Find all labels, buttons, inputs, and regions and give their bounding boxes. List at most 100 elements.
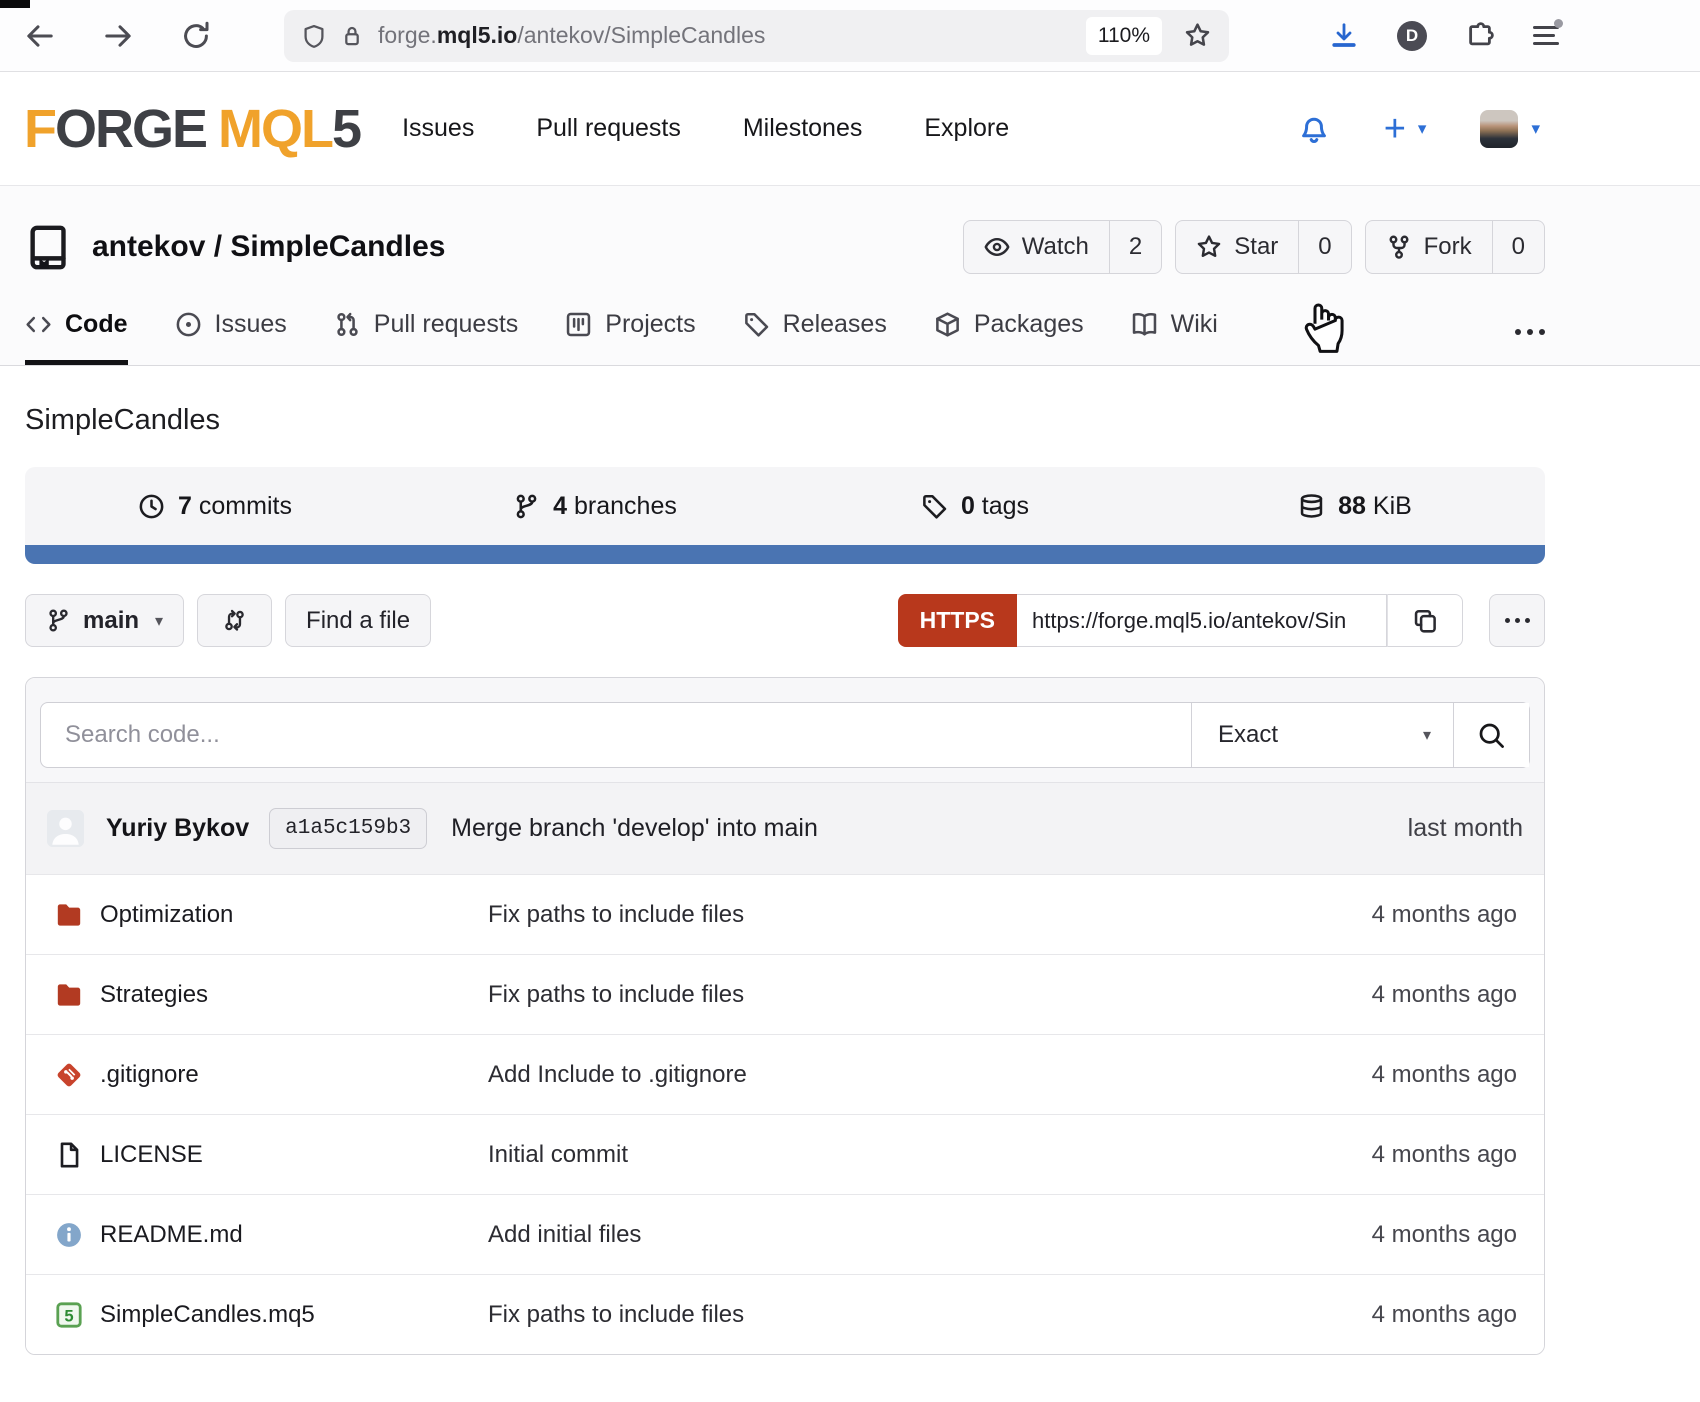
commit-message[interactable]: Merge branch 'develop' into main [451, 814, 818, 843]
file-name[interactable]: README.md [100, 1221, 243, 1249]
avatar[interactable] [1480, 110, 1518, 148]
nav-explore[interactable]: Explore [924, 114, 1009, 143]
stat-size[interactable]: 88 KiB [1165, 467, 1545, 545]
package-icon [934, 311, 961, 338]
pull-request-icon [334, 311, 361, 338]
repo-title[interactable]: antekov / SimpleCandles [92, 230, 445, 264]
zoom-level-badge[interactable]: 110% [1086, 17, 1162, 55]
file-commit-message[interactable]: Fix paths to include files [488, 1301, 1372, 1329]
address-bar[interactable]: forge.mql5.io/antekov/SimpleCandles 110% [284, 10, 1229, 62]
file-commit-message[interactable]: Add Include to .gitignore [488, 1061, 1372, 1089]
search-mode-select[interactable]: Exact▾ [1191, 703, 1453, 767]
table-row[interactable]: 5 SimpleCandles.mq5 Fix paths to include … [26, 1274, 1544, 1354]
stat-commits[interactable]: 7 commits [25, 467, 405, 545]
fork-label: Fork [1424, 233, 1472, 261]
extensions-puzzle-icon[interactable] [1465, 21, 1495, 51]
copy-url-button[interactable] [1387, 594, 1463, 647]
file-commit-message[interactable]: Initial commit [488, 1141, 1372, 1169]
file-name[interactable]: SimpleCandles.mq5 [100, 1301, 315, 1329]
file-name[interactable]: Optimization [100, 901, 233, 929]
more-actions-button[interactable] [1489, 594, 1545, 647]
repo-actions: Watch 2 Star 0 Fork 0 [963, 220, 1545, 274]
file-name[interactable]: .gitignore [100, 1061, 199, 1089]
site-header: FORGEMQL5 Issues Pull requests Milestone… [0, 72, 1700, 186]
table-row[interactable]: Strategies Fix paths to include files 4 … [26, 954, 1544, 1034]
file-commit-date: 4 months ago [1372, 1141, 1544, 1169]
browser-action-icons: D [1329, 21, 1559, 51]
table-row[interactable]: Optimization Fix paths to include files … [26, 874, 1544, 954]
nav-milestones[interactable]: Milestones [743, 114, 863, 143]
plus-icon: + [1384, 110, 1406, 148]
tab-packages[interactable]: Packages [934, 310, 1084, 365]
repo-header: antekov / SimpleCandles Watch 2 Star 0 F… [0, 186, 1700, 366]
tab-issues[interactable]: Issues [175, 310, 287, 365]
main-nav: Issues Pull requests Milestones Explore [402, 114, 1009, 143]
stat-branches[interactable]: 4 branches [405, 467, 785, 545]
search-button[interactable] [1453, 703, 1529, 767]
table-row[interactable]: .gitignore Add Include to .gitignore 4 m… [26, 1034, 1544, 1114]
find-file-button[interactable]: Find a file [285, 594, 431, 647]
table-row[interactable]: README.md Add initial files 4 months ago [26, 1194, 1544, 1274]
reload-icon[interactable] [180, 20, 212, 52]
copy-icon [1412, 607, 1439, 634]
logo-five: 5 [332, 99, 360, 159]
star-button[interactable]: Star 0 [1175, 220, 1351, 274]
tab-code[interactable]: Code [25, 310, 128, 365]
file-commit-message[interactable]: Fix paths to include files [488, 981, 1372, 1009]
watch-count[interactable]: 2 [1109, 221, 1161, 273]
table-row[interactable]: LICENSE Initial commit 4 months ago [26, 1114, 1544, 1194]
star-icon [1196, 234, 1222, 260]
back-icon[interactable] [24, 20, 56, 52]
https-protocol-button[interactable]: HTTPS [898, 594, 1017, 647]
profile-badge-icon[interactable]: D [1397, 21, 1427, 51]
tab-wiki[interactable]: Wiki [1131, 310, 1218, 365]
file-name[interactable]: Strategies [100, 981, 208, 1009]
file-name[interactable]: LICENSE [100, 1141, 203, 1169]
main-content: SimpleCandles 7 commits 4 branches 0 tag… [25, 404, 1545, 1355]
commit-author-avatar[interactable] [47, 810, 84, 847]
search-input[interactable] [41, 703, 1191, 767]
commit-date: last month [1408, 814, 1523, 843]
mql5-file-icon: 5 [55, 1301, 83, 1329]
star-count[interactable]: 0 [1298, 221, 1350, 273]
person-icon [47, 810, 84, 847]
chevron-down-icon: ▾ [155, 611, 163, 631]
user-menu[interactable]: ▾ [1480, 110, 1540, 148]
bookmark-star-icon[interactable] [1184, 22, 1211, 49]
language-bar[interactable] [25, 545, 1545, 564]
downloads-icon[interactable] [1329, 21, 1359, 51]
browser-menu-icon[interactable] [1533, 21, 1559, 50]
stat-tags[interactable]: 0 tags [785, 467, 1165, 545]
notifications-bell-icon[interactable] [1298, 113, 1330, 145]
issue-circle-icon [175, 311, 202, 338]
tab-projects[interactable]: Projects [565, 310, 695, 365]
latest-commit-row: Yuriy Bykov a1a5c159b3 Merge branch 'dev… [26, 782, 1544, 874]
commit-author[interactable]: Yuriy Bykov [106, 814, 249, 843]
watch-button[interactable]: Watch 2 [963, 220, 1162, 274]
compare-button[interactable] [197, 594, 272, 647]
forward-icon[interactable] [102, 20, 134, 52]
tab-pull-requests[interactable]: Pull requests [334, 310, 519, 365]
fork-count[interactable]: 0 [1492, 221, 1544, 273]
nav-pull-requests[interactable]: Pull requests [536, 114, 681, 143]
fork-button[interactable]: Fork 0 [1365, 220, 1545, 274]
file-commit-message[interactable]: Fix paths to include files [488, 901, 1372, 929]
shield-icon[interactable] [302, 24, 326, 48]
url-text[interactable]: forge.mql5.io/antekov/SimpleCandles [378, 22, 1072, 49]
file-commit-message[interactable]: Add initial files [488, 1221, 1372, 1249]
clone-url-input[interactable] [1017, 594, 1387, 647]
site-logo[interactable]: FORGEMQL5 [24, 98, 360, 160]
file-commit-date: 4 months ago [1372, 1061, 1544, 1089]
project-icon [565, 311, 592, 338]
code-toolbar: main ▾ Find a file HTTPS [25, 594, 1545, 647]
more-tabs-button[interactable] [1515, 329, 1545, 365]
branch-icon [46, 608, 71, 633]
nav-issues[interactable]: Issues [402, 114, 474, 143]
commit-hash-badge[interactable]: a1a5c159b3 [269, 808, 427, 849]
branch-selector[interactable]: main ▾ [25, 594, 184, 647]
code-search-row: Exact▾ [26, 678, 1544, 782]
tab-releases[interactable]: Releases [743, 310, 887, 365]
file-browser-card: Exact▾ Yuriy Bykov a1a5c159b3 Merge bran… [25, 677, 1545, 1355]
create-new-button[interactable]: +▾ [1384, 110, 1427, 148]
window-corner-artifact [0, 0, 30, 8]
